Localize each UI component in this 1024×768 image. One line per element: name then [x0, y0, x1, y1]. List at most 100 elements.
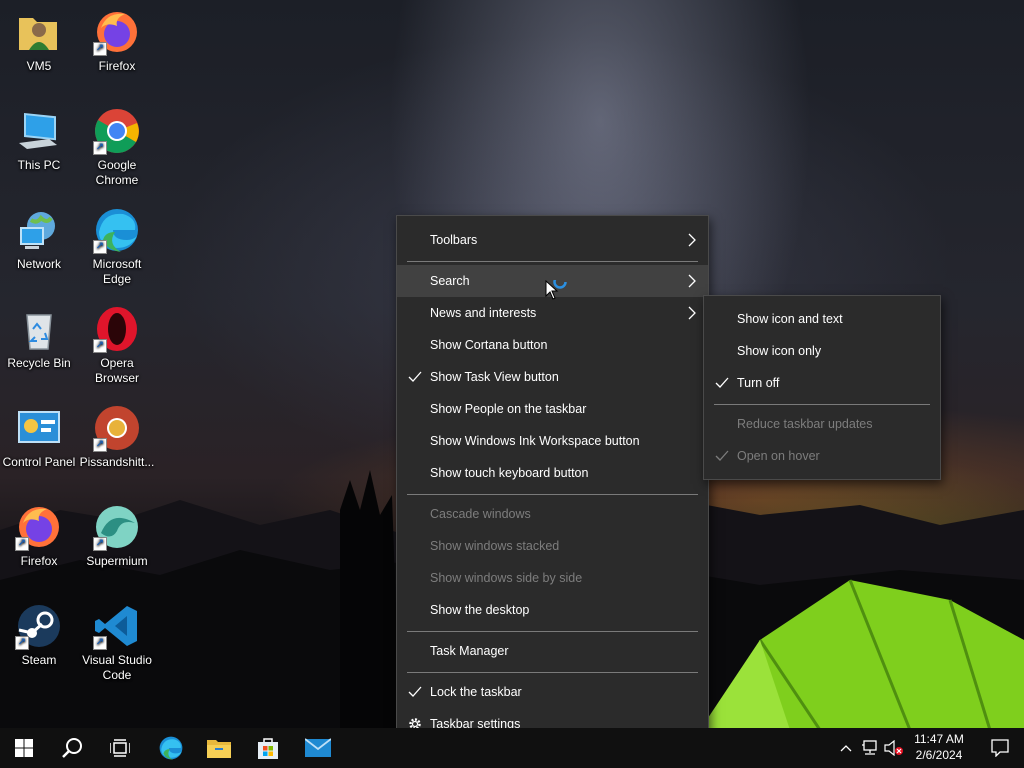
desktop-icon-label: Steam — [21, 653, 57, 667]
desktop-icon-vm5[interactable]: VM5 — [0, 8, 78, 74]
shortcut-arrow-icon: ↗ — [93, 141, 107, 155]
submenu-item-show-icon-and-text[interactable]: Show icon and text — [704, 303, 940, 335]
submenu-item-turn-off[interactable]: Turn off — [704, 367, 940, 399]
menu-item-label: Reduce taskbar updates — [737, 417, 873, 431]
edge-icon: ↗ — [93, 206, 141, 254]
taskbar-file-explorer-button[interactable] — [195, 728, 243, 768]
desktop-icon-control-panel[interactable]: Control Panel — [0, 404, 78, 470]
shortcut-arrow-icon: ↗ — [15, 537, 29, 551]
folder-user-icon — [15, 8, 63, 56]
vscode-icon: ↗ — [93, 602, 141, 650]
menu-item-label: Show windows stacked — [430, 539, 560, 553]
clock-time: 11:47 AM — [914, 732, 964, 746]
shortcut-arrow-icon: ↗ — [93, 636, 107, 650]
taskbar: 11:47 AM 2/6/2024 — [0, 728, 1024, 768]
file-explorer-icon — [207, 740, 231, 758]
chevron-up-icon — [840, 745, 852, 752]
menu-item-label: Show People on the taskbar — [430, 402, 587, 416]
menu-item-label: Task Manager — [430, 644, 509, 658]
start-icon — [15, 739, 33, 757]
desktop-icon-label: Microsoft Edge — [92, 257, 142, 286]
desktop-icon-recycle-bin[interactable]: Recycle Bin — [0, 305, 78, 371]
search-button[interactable] — [48, 728, 96, 768]
menu-item-label: Open on hover — [737, 449, 820, 463]
desktop-icon-pissandshitt[interactable]: ↗ Pissandshitt... — [78, 404, 156, 470]
submenu-item-open-on-hover: Open on hover — [704, 440, 940, 472]
start-button[interactable] — [0, 728, 48, 768]
microsoft-store-icon — [258, 738, 278, 759]
notification-icon — [991, 739, 1009, 757]
show-hidden-icons-button[interactable] — [834, 728, 858, 768]
menu-item-label: Search — [430, 274, 470, 288]
checkmark-icon — [408, 371, 422, 382]
menu-item-show-touch-keyboard[interactable]: Show touch keyboard button — [397, 457, 708, 489]
checkmark-icon — [408, 686, 422, 697]
shortcut-arrow-icon: ↗ — [93, 438, 107, 452]
menu-separator — [407, 672, 698, 673]
menu-separator — [714, 404, 930, 405]
desktop-icon-chrome[interactable]: ↗ Google Chrome — [78, 107, 156, 188]
menu-item-label: Show Cortana button — [430, 338, 548, 352]
menu-item-lock-the-taskbar[interactable]: Lock the taskbar — [397, 676, 708, 708]
taskbar-edge-button[interactable] — [147, 728, 195, 768]
menu-item-label: Lock the taskbar — [430, 685, 522, 699]
network-wired-icon — [862, 740, 877, 755]
desktop-icon-steam[interactable]: ↗ Steam — [0, 602, 78, 668]
action-center-button[interactable] — [976, 728, 1024, 768]
opera-icon: ↗ — [93, 305, 141, 353]
clock[interactable]: 11:47 AM 2/6/2024 — [906, 731, 972, 763]
desktop-icon-label: This PC — [17, 158, 61, 172]
desktop-icon-label: Pissandshitt... — [79, 455, 155, 469]
taskbar-store-button[interactable] — [244, 728, 292, 768]
desktop-icon-network[interactable]: Network — [0, 206, 78, 272]
network-tray-button[interactable] — [858, 728, 882, 768]
taskbar-mail-button[interactable] — [294, 728, 342, 768]
task-view-button[interactable] — [96, 728, 144, 768]
desktop-icon-label: Google Chrome — [95, 158, 139, 187]
shortcut-arrow-icon: ↗ — [93, 42, 107, 56]
network-icon — [15, 206, 63, 254]
menu-item-label: Cascade windows — [430, 507, 531, 521]
volume-tray-button[interactable] — [882, 728, 906, 768]
menu-item-cascade-windows: Cascade windows — [397, 498, 708, 530]
menu-item-show-cortana-button[interactable]: Show Cortana button — [397, 329, 708, 361]
menu-item-label: Show Windows Ink Workspace button — [430, 434, 640, 448]
computer-icon — [15, 107, 63, 155]
mouse-cursor-icon — [545, 280, 567, 300]
desktop-icon-label: VM5 — [26, 59, 52, 73]
menu-item-show-windows-ink[interactable]: Show Windows Ink Workspace button — [397, 425, 708, 457]
menu-item-label: Show windows side by side — [430, 571, 583, 585]
shortcut-arrow-icon: ↗ — [93, 537, 107, 551]
desktop-icon-label: Opera Browser — [94, 356, 139, 385]
menu-item-show-task-view-button[interactable]: Show Task View button — [397, 361, 708, 393]
desktop-icon-opera[interactable]: ↗ Opera Browser — [78, 305, 156, 386]
desktop-icon-firefox-2[interactable]: ↗ Firefox — [0, 503, 78, 569]
control-panel-icon — [15, 404, 63, 452]
menu-item-label: Turn off — [737, 376, 780, 390]
desktop-icon-label: Visual Studio Code — [82, 653, 152, 682]
volume-muted-icon — [884, 740, 903, 756]
checkmark-icon — [715, 377, 729, 388]
desktop-icon-supermium[interactable]: ↗ Supermium — [78, 503, 156, 569]
firefox-icon: ↗ — [15, 503, 63, 551]
chevron-right-icon — [688, 306, 696, 320]
desktop-icon-label: Recycle Bin — [7, 356, 71, 370]
chevron-right-icon — [688, 233, 696, 247]
menu-item-show-the-desktop[interactable]: Show the desktop — [397, 594, 708, 626]
menu-separator — [407, 631, 698, 632]
desktop-icon-edge[interactable]: ↗ Microsoft Edge — [78, 206, 156, 287]
menu-item-task-manager[interactable]: Task Manager — [397, 635, 708, 667]
recycle-bin-icon — [15, 305, 63, 353]
menu-item-show-people[interactable]: Show People on the taskbar — [397, 393, 708, 425]
desktop-icon-this-pc[interactable]: This PC — [0, 107, 78, 173]
desktop-icon-firefox[interactable]: ↗ Firefox — [78, 8, 156, 74]
shortcut-arrow-icon: ↗ — [15, 636, 29, 650]
menu-separator — [407, 494, 698, 495]
search-icon — [62, 738, 82, 758]
menu-item-label: Show icon and text — [737, 312, 843, 326]
menu-item-toolbars[interactable]: Toolbars — [397, 224, 708, 256]
desktop-icon-vscode[interactable]: ↗ Visual Studio Code — [78, 602, 156, 683]
menu-item-label: Show Task View button — [430, 370, 559, 384]
shortcut-arrow-icon: ↗ — [93, 339, 107, 353]
submenu-item-show-icon-only[interactable]: Show icon only — [704, 335, 940, 367]
